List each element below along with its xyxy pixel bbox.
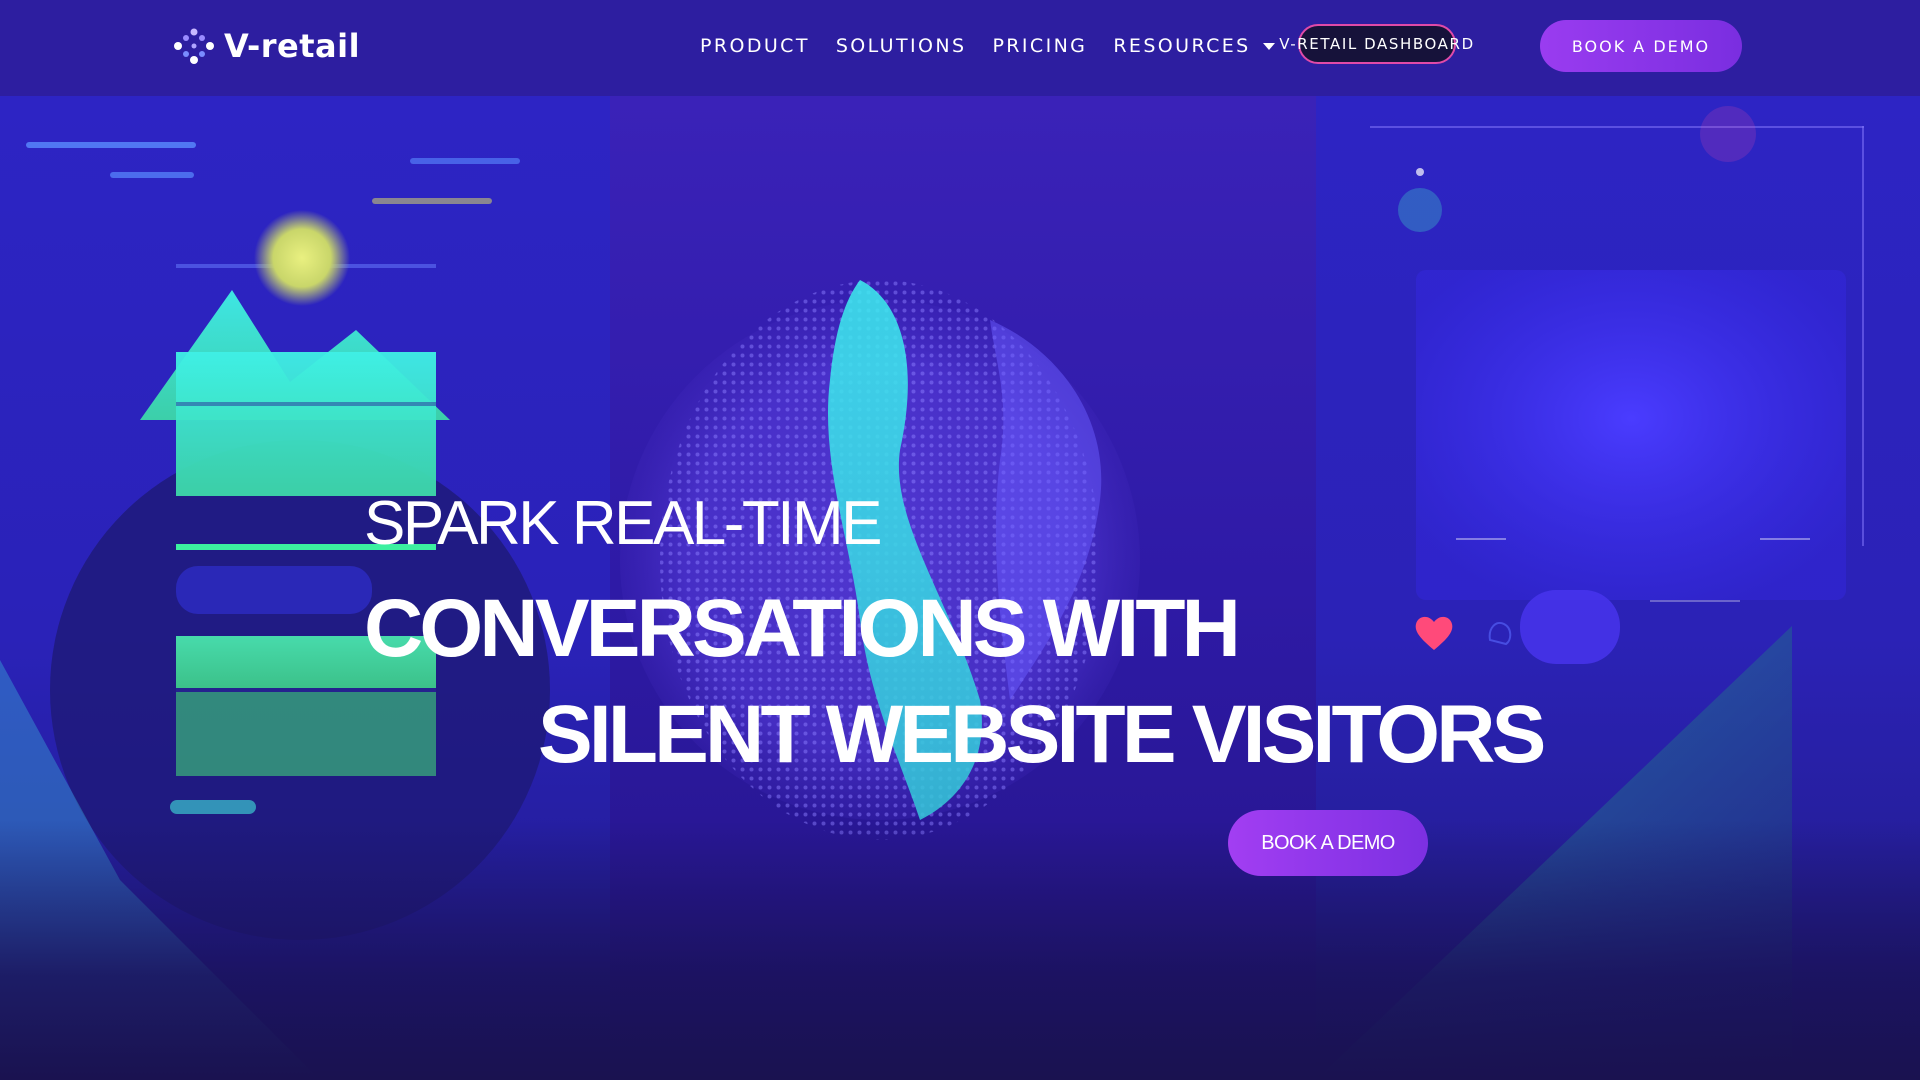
brand-name: V-retail [224,27,361,65]
nav-item-resources[interactable]: RESOURCES [1113,35,1275,57]
dashboard-button[interactable]: V-RETAIL DASHBOARD [1279,24,1473,64]
book-demo-hero-button[interactable]: BOOK A DEMO [1228,810,1428,876]
brand-logo[interactable]: V-retail [172,22,360,70]
bottom-fade [0,820,1920,1080]
nav-item-pricing[interactable]: PRICING [992,35,1087,57]
primary-nav: PRODUCT SOLUTIONS PRICING RESOURCES [700,30,1275,62]
top-navbar: V-retail PRODUCT SOLUTIONS PRICING RESOU… [0,0,1920,96]
logo-dots-icon [174,28,214,64]
nav-item-product[interactable]: PRODUCT [700,35,810,57]
chevron-down-icon [1262,42,1275,50]
nav-item-resources-label: RESOURCES [1113,35,1251,57]
heart-icon [1415,616,1453,650]
book-demo-nav-button[interactable]: BOOK A DEMO [1540,20,1742,72]
hero-background [0,0,1920,1080]
nav-item-solutions[interactable]: SOLUTIONS [836,35,967,57]
